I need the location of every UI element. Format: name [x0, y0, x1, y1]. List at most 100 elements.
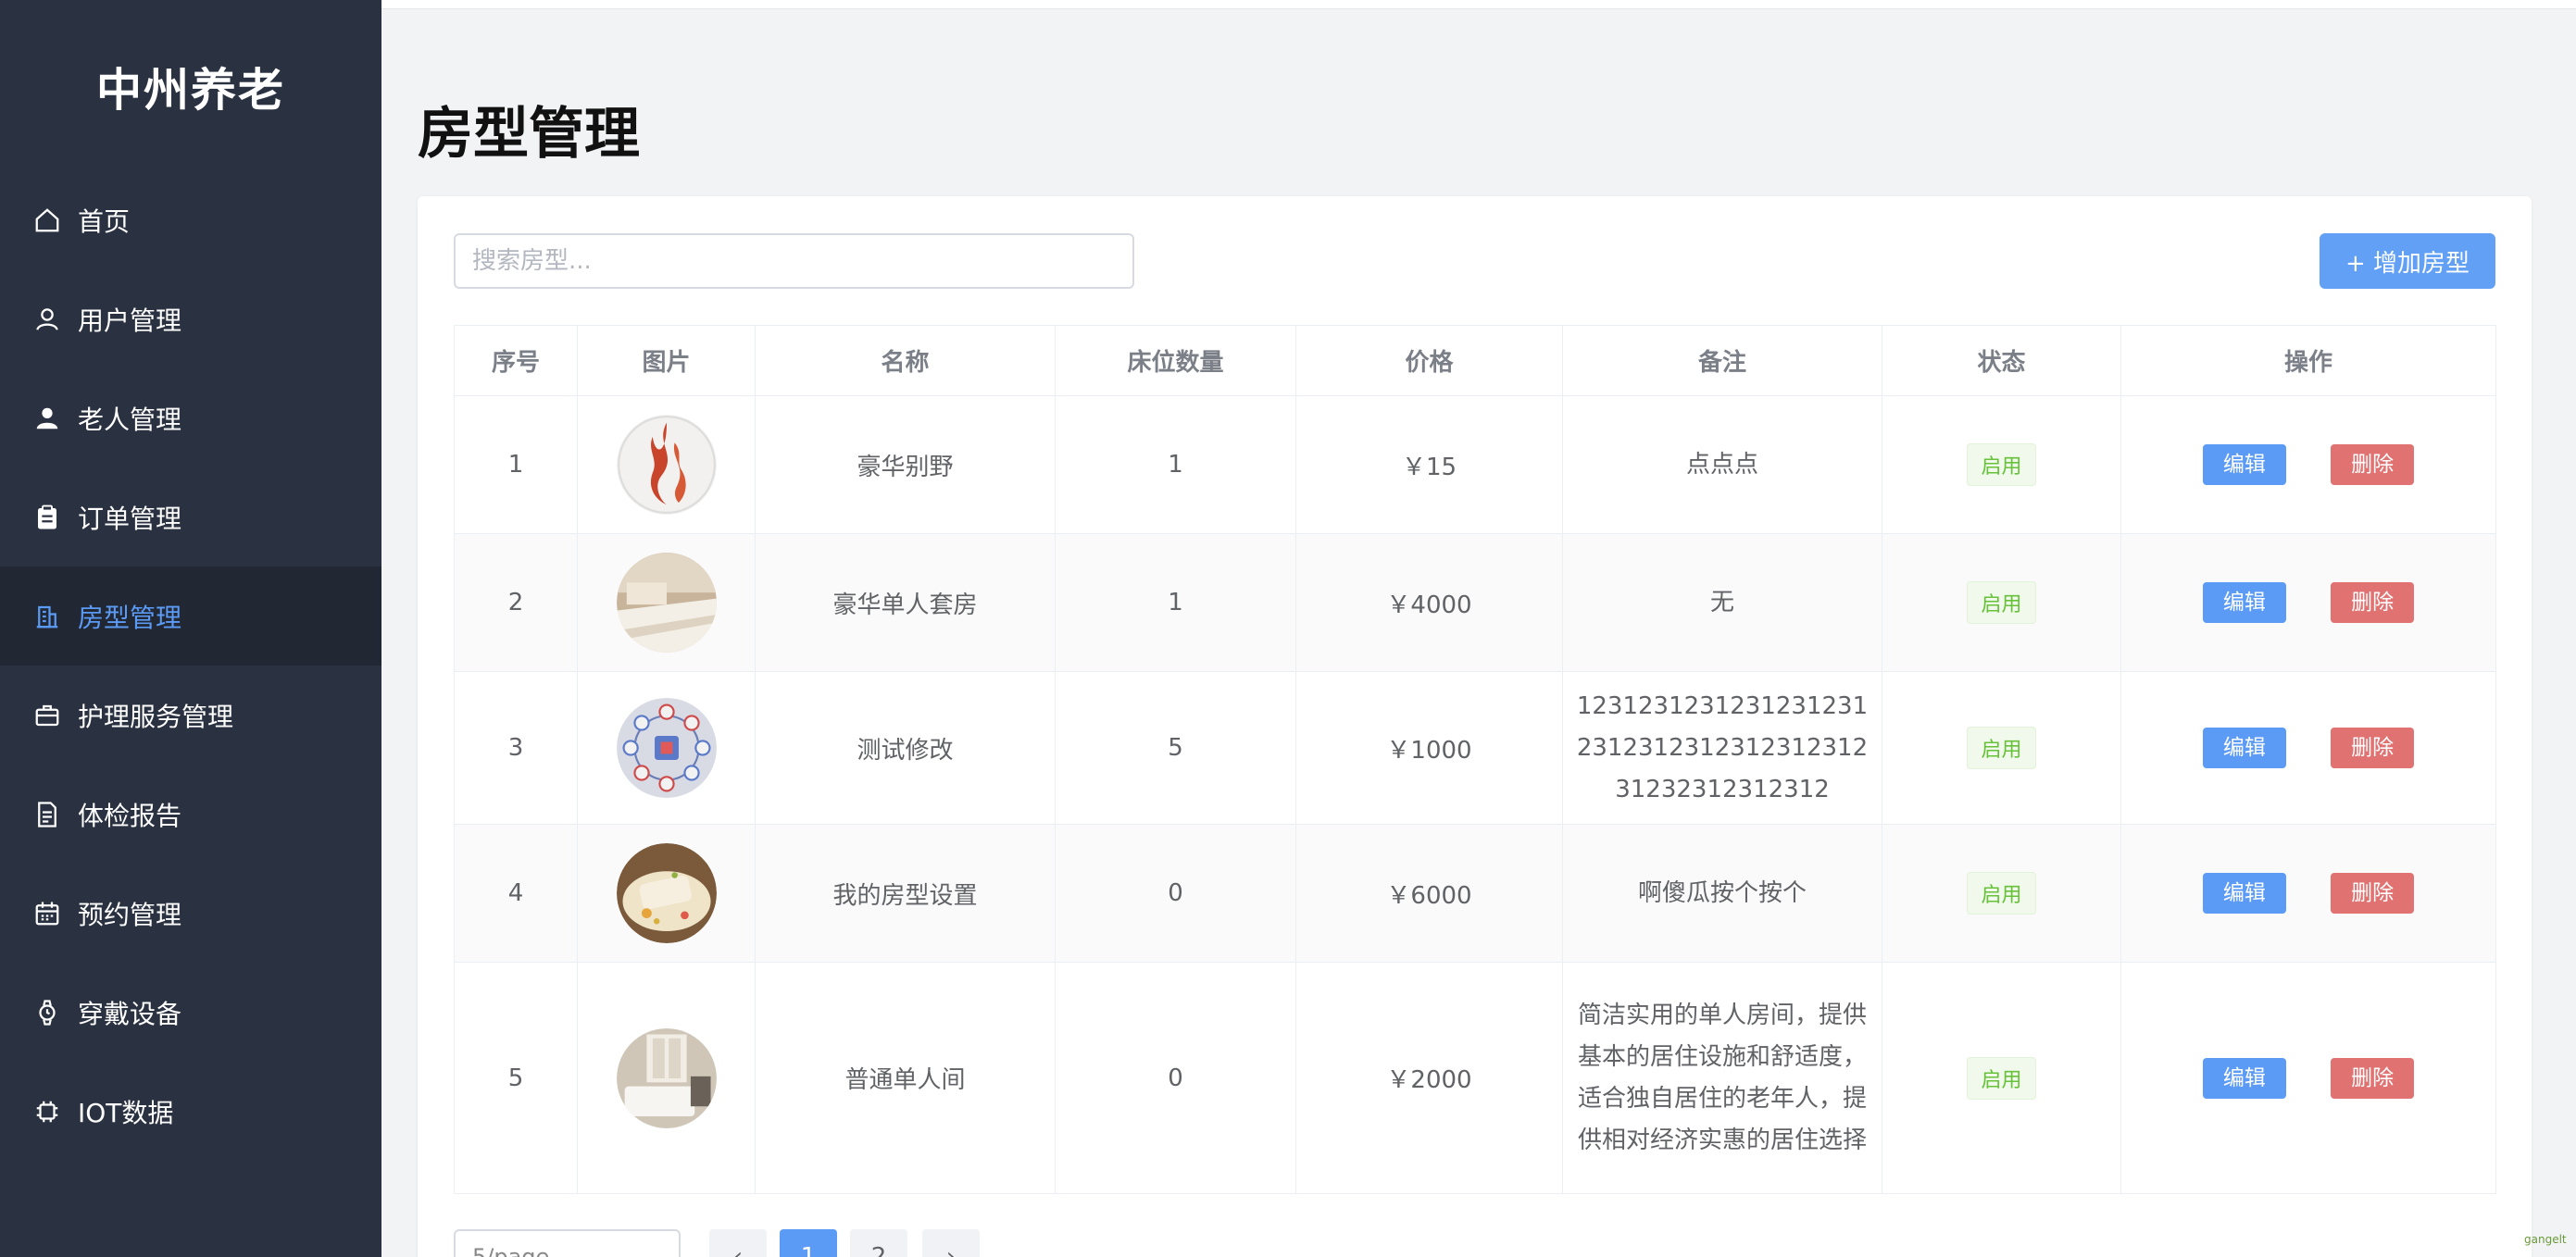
sidebar-item-health-report[interactable]: 体检报告 [0, 765, 381, 864]
column-header: 备注 [1562, 325, 1882, 396]
home-icon [31, 205, 63, 236]
bed-count: 0 [1055, 962, 1296, 1194]
sidebar-item-appointments[interactable]: 预约管理 [0, 864, 381, 963]
status-badge: 启用 [1967, 727, 2036, 769]
sidebar-item-iot-data[interactable]: IOT数据 [0, 1062, 381, 1161]
sidebar: 中州养老 首页 用户管理 老人管理 订单管理 房型管理 护理服务管理 体检报告 … [0, 0, 381, 1257]
next-page-button[interactable]: › [922, 1229, 980, 1257]
room-thumbnail[interactable] [616, 415, 717, 515]
bed-count: 0 [1055, 824, 1296, 963]
sidebar-item-wearables[interactable]: 穿戴设备 [0, 963, 381, 1062]
table-row: 1 豪华别野 1 ￥15 点点点 启用 编辑 删除 [454, 395, 2496, 534]
row-index: 1 [454, 395, 578, 534]
room-thumbnail[interactable] [616, 698, 717, 798]
price: ￥2000 [1295, 962, 1563, 1194]
column-header: 操作 [2120, 325, 2496, 396]
prev-page-button[interactable]: ‹ [709, 1229, 767, 1257]
room-name: 测试修改 [755, 671, 1056, 825]
sidebar-item-elders[interactable]: 老人管理 [0, 368, 381, 467]
add-room-type-button[interactable]: + 增加房型 [2320, 233, 2495, 289]
document-icon [31, 799, 63, 830]
room-name: 我的房型设置 [755, 824, 1056, 963]
remark: 点点点 [1562, 395, 1882, 534]
status-badge: 启用 [1967, 1056, 2036, 1100]
edit-button[interactable]: 编辑 [2202, 728, 2286, 768]
status-badge: 启用 [1967, 581, 2036, 624]
row-index: 4 [454, 824, 578, 963]
price: ￥4000 [1295, 533, 1563, 672]
price: ￥15 [1295, 395, 1563, 534]
sidebar-item-label: 用户管理 [78, 305, 182, 336]
brand-title: 中州养老 [95, 64, 285, 117]
table-row: 2 豪华单人套房 1 ￥4000 无 启用 编辑 删除 [454, 533, 2496, 672]
column-header: 名称 [755, 325, 1056, 396]
page-size-select[interactable]: 5/page [454, 1229, 681, 1257]
person-filled-icon [31, 403, 63, 434]
room-thumbnail[interactable] [616, 843, 717, 943]
page-button[interactable]: 2 [850, 1229, 907, 1257]
sidebar-item-label: 房型管理 [78, 602, 182, 633]
sidebar-item-label: 首页 [78, 205, 131, 237]
briefcase-icon [31, 700, 63, 731]
sidebar-item-label: IOT数据 [78, 1097, 174, 1128]
status-badge: 启用 [1967, 443, 2036, 486]
sidebar-item-label: 预约管理 [78, 899, 182, 930]
price: ￥6000 [1295, 824, 1563, 963]
delete-button[interactable]: 删除 [2331, 728, 2415, 768]
watch-icon [31, 997, 63, 1028]
sidebar-item-label: 穿戴设备 [78, 998, 182, 1029]
building-icon [31, 601, 63, 632]
table-row: 5 普通单人间 0 ￥2000 简洁实用的单人房间，提供基本的居住设施和舒适度，… [454, 962, 2496, 1194]
table-row: 4 我的房型设置 0 ￥6000 啊傻瓜按个按个 启用 编辑 删除 [454, 824, 2496, 963]
bed-count: 5 [1055, 671, 1296, 825]
sidebar-item-label: 老人管理 [78, 404, 182, 435]
edit-button[interactable]: 编辑 [2202, 1057, 2286, 1099]
column-header: 床位数量 [1055, 325, 1296, 396]
sidebar-item-orders[interactable]: 订单管理 [0, 467, 381, 566]
row-index: 2 [454, 533, 578, 672]
remark: 简洁实用的单人房间，提供基本的居住设施和舒适度，适合独自居住的老年人，提供相对经… [1562, 962, 1882, 1194]
column-header: 状态 [1882, 325, 2121, 396]
column-header: 序号 [454, 325, 578, 396]
chip-icon [31, 1096, 63, 1127]
sidebar-item-label: 订单管理 [78, 503, 182, 534]
bed-count: 1 [1055, 533, 1296, 672]
user-icon [31, 304, 63, 335]
search-input[interactable] [454, 233, 1134, 289]
table-row: 3 测试修改 5 ￥1000 1231231231231231231231231… [454, 671, 2496, 825]
price: ￥1000 [1295, 671, 1563, 825]
delete-button[interactable]: 删除 [2331, 1057, 2415, 1099]
sidebar-item-label: 体检报告 [78, 800, 182, 831]
calendar-icon [31, 898, 63, 929]
page-button[interactable]: 1 [780, 1229, 837, 1257]
edit-button[interactable]: 编辑 [2202, 873, 2286, 914]
column-header: 图片 [577, 325, 756, 396]
edit-button[interactable]: 编辑 [2202, 582, 2286, 623]
room-thumbnail[interactable] [616, 1027, 717, 1128]
remark: 啊傻瓜按个按个 [1562, 824, 1882, 963]
top-bar [381, 0, 2576, 9]
delete-button[interactable]: 删除 [2331, 873, 2415, 914]
row-index: 5 [454, 962, 578, 1194]
page-title: 房型管理 [418, 102, 640, 167]
sidebar-item-label: 护理服务管理 [78, 701, 234, 732]
clipboard-icon [31, 502, 63, 533]
watermark: gangelt [2524, 1233, 2567, 1246]
sidebar-item-home[interactable]: 首页 [0, 170, 381, 269]
column-header: 价格 [1295, 325, 1563, 396]
status-badge: 启用 [1967, 872, 2036, 915]
remark: 无 [1562, 533, 1882, 672]
room-name: 普通单人间 [755, 962, 1056, 1194]
bed-count: 1 [1055, 395, 1296, 534]
edit-button[interactable]: 编辑 [2202, 444, 2286, 485]
room-name: 豪华别野 [755, 395, 1056, 534]
room-thumbnail[interactable] [616, 553, 717, 653]
remark: 1231231231231231231231231231231231231231… [1562, 671, 1882, 825]
room-type-table: 序号 图片 名称 床位数量 价格 备注 状态 操作 1 豪华别野 1 ￥15 点… [454, 325, 2496, 1194]
sidebar-item-care-services[interactable]: 护理服务管理 [0, 666, 381, 765]
delete-button[interactable]: 删除 [2331, 444, 2415, 485]
sidebar-item-users[interactable]: 用户管理 [0, 269, 381, 368]
delete-button[interactable]: 删除 [2331, 582, 2415, 623]
room-name: 豪华单人套房 [755, 533, 1056, 672]
sidebar-item-room-types[interactable]: 房型管理 [0, 566, 381, 666]
